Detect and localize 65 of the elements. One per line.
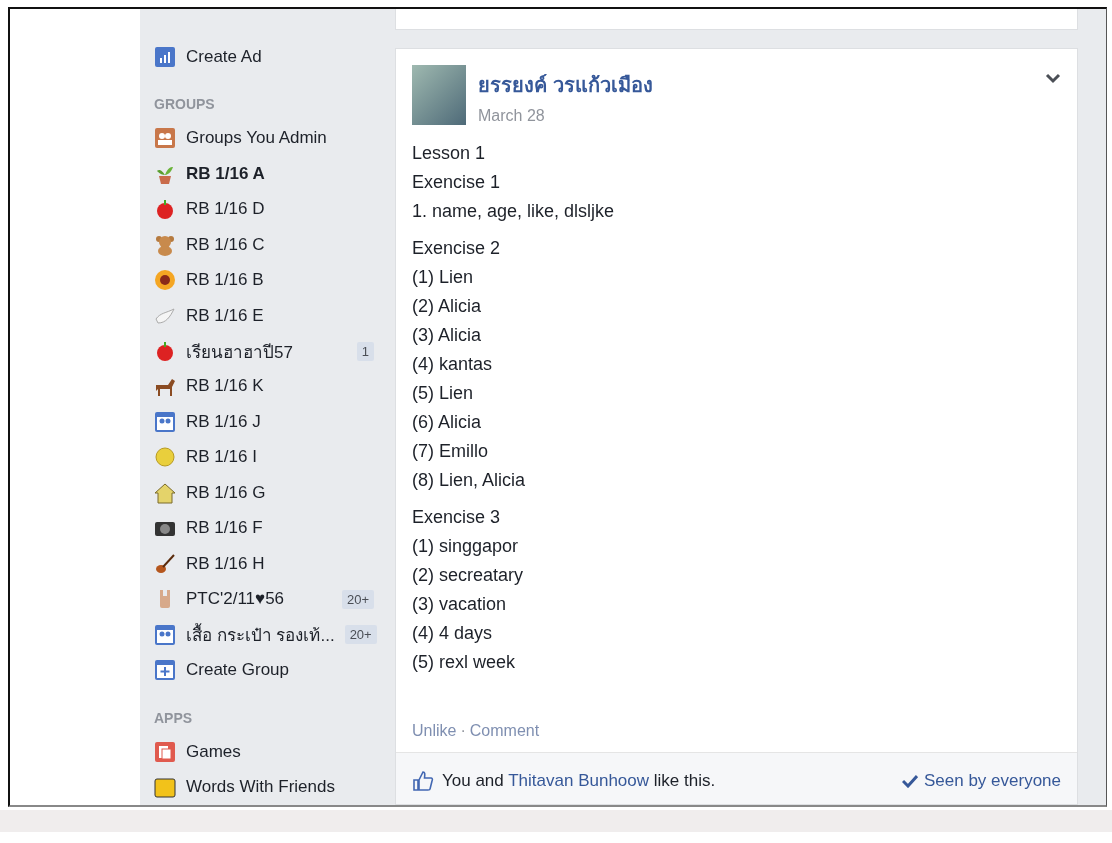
people-icon xyxy=(154,127,176,150)
post-text: (7) Emillo xyxy=(412,440,489,463)
cards-icon xyxy=(154,740,176,763)
post-text: (5) rexl week xyxy=(412,651,517,674)
thumbs-up-icon xyxy=(412,769,434,792)
sidebar-item[interactable]: RB 1/16 H xyxy=(186,553,374,574)
sidebar-item[interactable]: Games xyxy=(186,741,374,762)
teddy-bear-icon xyxy=(154,233,176,256)
game-tile-icon xyxy=(154,776,176,799)
people-icon xyxy=(154,623,176,646)
likes-sentence: You and Thitavan Bunhoow like this. xyxy=(442,770,717,791)
house-icon xyxy=(154,481,176,504)
post-text: Exencise 2 xyxy=(412,237,502,260)
post-text: (5) Lien xyxy=(412,382,475,405)
sidebar-item[interactable]: Words With Friends xyxy=(186,777,374,798)
sidebar-item[interactable]: RB 1/16 I xyxy=(186,447,374,468)
author-name[interactable]: ยรรยงค์ วรแก้วเมือง xyxy=(478,69,1033,101)
post-text: Exencise 1 xyxy=(412,171,502,194)
post-text: 1. name, age, like, dlsljke xyxy=(412,200,616,223)
post-text: (2) Alicia xyxy=(412,295,483,318)
plus-icon xyxy=(154,659,176,682)
sidebar-item[interactable]: Create Group xyxy=(186,660,374,681)
post-text: Exencise 3 xyxy=(412,506,502,529)
section-heading: GROUPS xyxy=(154,96,216,113)
separator-dot: · xyxy=(460,722,466,740)
photo-placeholder xyxy=(412,65,466,125)
sunflower-icon xyxy=(154,269,176,292)
sidebar-item[interactable]: RB 1/16 F xyxy=(186,518,374,539)
apple-icon xyxy=(154,340,176,362)
apple-icon xyxy=(154,198,176,221)
post-text: Lesson 1 xyxy=(412,142,487,165)
post-text: (4) kantas xyxy=(412,353,494,376)
sidebar-item[interactable]: RB 1/16 D xyxy=(186,199,374,220)
post-text: (8) Lien, Alicia xyxy=(412,469,527,492)
count-badge: 20+ xyxy=(344,625,377,645)
count-badge: 1 xyxy=(356,341,374,361)
post-text: (3) vacation xyxy=(412,593,508,616)
post-text: (3) Alicia xyxy=(412,324,483,347)
ball-icon xyxy=(154,446,176,469)
post-text: (2) secreatary xyxy=(412,564,525,587)
chevron-down-icon[interactable] xyxy=(1045,73,1061,85)
sidebar-item[interactable]: RB 1/16 E xyxy=(186,305,374,326)
profile-link[interactable]: Thitavan Bunhoow xyxy=(508,770,650,790)
sidebar-item[interactable]: Groups You Admin xyxy=(186,128,374,149)
post-text: (6) Alicia xyxy=(412,411,483,434)
post-text: (1) Lien xyxy=(412,266,475,289)
post-text: (4) 4 days xyxy=(412,622,494,645)
sidebar-item[interactable]: RB 1/16 C xyxy=(186,234,374,255)
sidebar-item[interactable]: PTC'2/11♥56 xyxy=(186,589,332,610)
people-icon xyxy=(154,410,176,433)
post-date: March 28 xyxy=(478,107,546,125)
bar-chart-icon xyxy=(154,45,176,68)
checkmark-icon xyxy=(901,773,918,788)
sidebar-item[interactable]: Create Ad xyxy=(186,46,374,67)
post-text: (1) singgapor xyxy=(412,535,520,558)
sidebar-item[interactable]: RB 1/16 B xyxy=(186,270,374,291)
seen-by-link[interactable]: Seen by everyone xyxy=(901,770,1061,791)
sidebar-item[interactable]: RB 1/16 J xyxy=(186,411,374,432)
section-heading: APPS xyxy=(154,709,194,726)
sidebar-item[interactable]: RB 1/16 A xyxy=(186,163,374,184)
sidebar-item[interactable]: เรียนฮาฮาปี57 xyxy=(186,337,347,365)
sidebar-item[interactable]: RB 1/16 G xyxy=(186,482,374,503)
sidebar-item[interactable]: RB 1/16 K xyxy=(186,376,374,397)
sidebar-item[interactable]: เสื้อ กระเป๋า รองเท้... xyxy=(186,621,335,649)
count-badge: 20+ xyxy=(341,589,374,609)
